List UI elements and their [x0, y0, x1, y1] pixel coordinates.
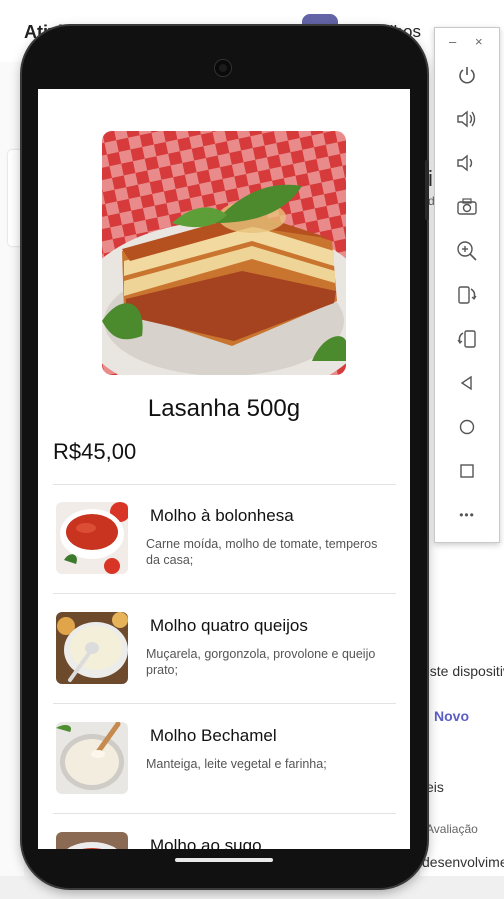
lasagna-image — [102, 131, 346, 375]
bolonhesa-thumbnail — [56, 502, 128, 574]
sugo-thumbnail — [56, 832, 128, 849]
sauce-name: Molho Bechamel — [150, 726, 277, 745]
quatro-queijos-thumbnail — [56, 612, 128, 684]
back-icon[interactable] — [453, 369, 481, 397]
sauce-description: Carne moída, molho de tomate, temperos d… — [146, 537, 378, 567]
volume-up-icon[interactable] — [453, 105, 481, 133]
sauce-item-sugo[interactable]: Molho ao sugo — [53, 816, 396, 849]
dish-price: R$45,00 — [53, 439, 137, 464]
camera-icon[interactable] — [453, 193, 481, 221]
dish-title: Lasanha 500g — [147, 395, 301, 422]
sauce-item-bolonhesa[interactable]: Molho à bolonhesa Carne moída, molho de … — [53, 486, 396, 596]
sauce-name: Molho à bolonhesa — [150, 506, 294, 525]
overview-icon[interactable] — [453, 457, 481, 485]
divider — [53, 484, 396, 485]
evaluation-label: Avaliação — [426, 822, 478, 836]
new-link[interactable]: Novo — [434, 708, 469, 724]
app-screen: Lasanha 500g R$45,00 Molho à bolonhesa C… — [38, 89, 410, 849]
rotate-right-icon[interactable] — [453, 325, 481, 353]
power-icon[interactable] — [453, 61, 481, 89]
sauce-name: Molho quatro queijos — [150, 616, 308, 635]
sauce-name: Molho ao sugo — [150, 836, 262, 849]
background-fragment: este dispositiv — [422, 663, 504, 679]
sauce-item-bechamel[interactable]: Molho Bechamel Manteiga, leite vegetal e… — [53, 706, 396, 816]
divider — [53, 593, 396, 594]
sauce-description: Manteiga, leite vegetal e farinha; — [146, 757, 327, 771]
sauce-description: Muçarela, gorgonzola, provolone e queijo… — [146, 647, 376, 677]
background-fragment: desenvolvime — [422, 854, 504, 870]
home-indicator[interactable] — [175, 858, 273, 862]
sauce-item-quatro-queijos[interactable]: Molho quatro queijos Muçarela, gorgonzol… — [53, 596, 396, 706]
more-icon[interactable]: ••• — [453, 501, 481, 529]
minimize-button[interactable]: – — [449, 34, 456, 49]
divider — [53, 703, 396, 704]
emulator-toolbar: – × ••• — [434, 27, 500, 543]
background-fragment: eis — [426, 779, 444, 795]
close-button[interactable]: × — [475, 34, 483, 49]
phone-side-button — [425, 160, 429, 220]
divider — [53, 813, 396, 814]
rotate-left-icon[interactable] — [453, 281, 481, 309]
zoom-in-icon[interactable] — [453, 237, 481, 265]
volume-down-icon[interactable] — [453, 149, 481, 177]
front-camera — [215, 60, 231, 76]
bechamel-thumbnail — [56, 722, 128, 794]
home-icon[interactable] — [453, 413, 481, 441]
